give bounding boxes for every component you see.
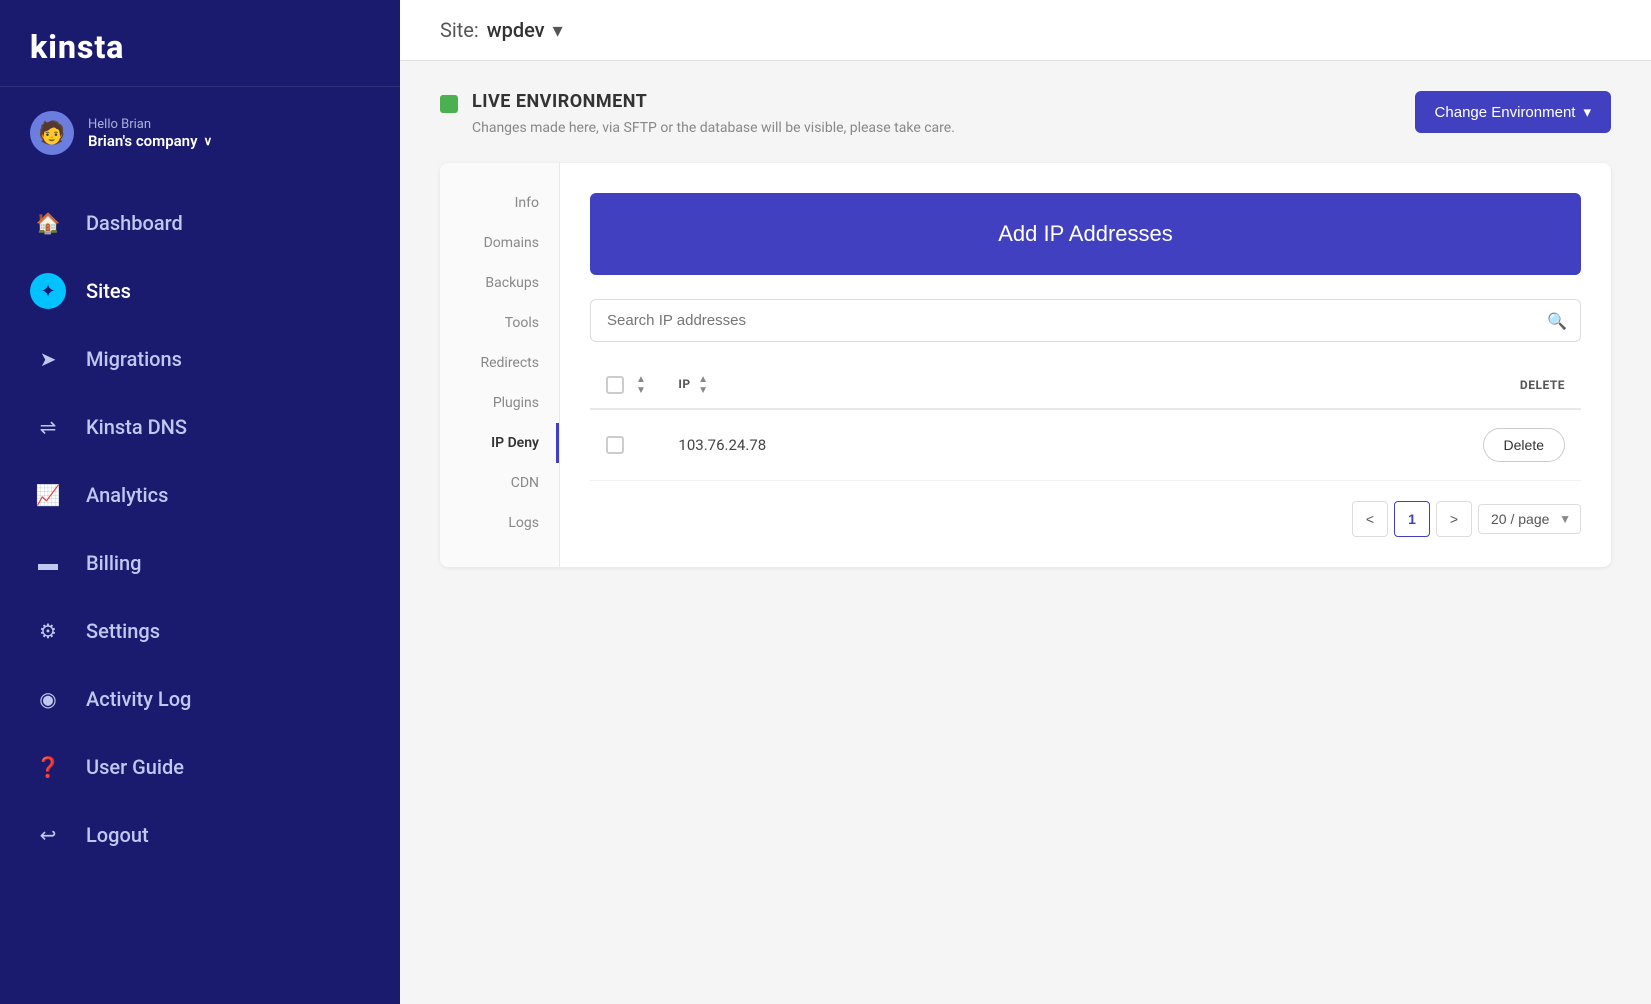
sidebar-item-label: Dashboard: [86, 211, 183, 235]
sidebar-item-label: Migrations: [86, 347, 182, 371]
migrations-icon: ➤: [30, 341, 66, 377]
search-container: 🔍: [590, 299, 1581, 342]
ip-sort-icon[interactable]: ▲▼: [698, 374, 708, 396]
sub-navigation: Info Domains Backups Tools Redirects Plu…: [440, 163, 560, 567]
per-page-selector: 10 / page 20 / page 50 / page ▼: [1478, 504, 1581, 534]
content-area: LIVE ENVIRONMENT Changes made here, via …: [400, 61, 1651, 1004]
logo-text: kinsta: [30, 28, 370, 66]
change-env-chevron-icon: ▾: [1583, 103, 1591, 121]
search-ip-input[interactable]: [590, 299, 1581, 342]
pagination: < 1 > 10 / page 20 / page 50 / page ▼: [590, 501, 1581, 537]
user-info: Hello Brian Brian's company ∨: [88, 117, 370, 150]
main-content: Site: wpdev ▾ LIVE ENVIRONMENT Changes m…: [400, 0, 1651, 1004]
table-body: 103.76.24.78 Delete: [590, 409, 1581, 481]
billing-icon: ▬: [30, 545, 66, 581]
sub-nav-info[interactable]: Info: [440, 183, 559, 223]
sidebar-item-label: Analytics: [86, 483, 168, 507]
sidebar-item-label: Kinsta DNS: [86, 415, 187, 439]
chevron-down-icon: ∨: [204, 134, 213, 148]
table-row: 103.76.24.78 Delete: [590, 409, 1581, 481]
col-delete-header: DELETE: [862, 362, 1581, 409]
sub-nav-logs[interactable]: Logs: [440, 503, 559, 543]
sidebar-item-kinsta-dns[interactable]: ⇌ Kinsta DNS: [0, 393, 400, 461]
page-header: Site: wpdev ▾: [400, 0, 1651, 61]
select-all-checkbox[interactable]: [606, 376, 624, 394]
ip-deny-panel: Add IP Addresses 🔍 ▲▼: [560, 163, 1611, 567]
sidebar-item-label: Logout: [86, 823, 149, 847]
site-selector[interactable]: Site: wpdev ▾: [440, 18, 563, 42]
settings-icon: ⚙: [30, 613, 66, 649]
dns-icon: ⇌: [30, 409, 66, 445]
next-page-button[interactable]: >: [1436, 501, 1472, 537]
add-ip-addresses-button[interactable]: Add IP Addresses: [590, 193, 1581, 275]
user-guide-icon: ❓: [30, 749, 66, 785]
analytics-icon: 📈: [30, 477, 66, 513]
col-checkbox: ▲▼: [590, 362, 662, 409]
sub-nav-ip-deny[interactable]: IP Deny: [440, 423, 559, 463]
env-text: LIVE ENVIRONMENT Changes made here, via …: [472, 91, 955, 139]
sidebar-item-label: Activity Log: [86, 687, 191, 711]
sidebar-item-label: Sites: [86, 279, 131, 303]
logout-icon: ↩: [30, 817, 66, 853]
sidebar-item-migrations[interactable]: ➤ Migrations: [0, 325, 400, 393]
sidebar-item-logout[interactable]: ↩ Logout: [0, 801, 400, 869]
ip-table: ▲▼ IP ▲▼ DELETE 1: [590, 362, 1581, 481]
current-page-button[interactable]: 1: [1394, 501, 1430, 537]
site-layout: Info Domains Backups Tools Redirects Plu…: [440, 163, 1611, 567]
env-indicator: [440, 95, 458, 113]
user-profile[interactable]: 🧑 Hello Brian Brian's company ∨: [0, 87, 400, 179]
site-chevron-icon: ▾: [553, 18, 563, 42]
sidebar-item-label: Settings: [86, 619, 160, 643]
sidebar-item-label: Billing: [86, 551, 142, 575]
sidebar-item-analytics[interactable]: 📈 Analytics: [0, 461, 400, 529]
sites-icon: ✦: [30, 273, 66, 309]
home-icon: 🏠: [30, 205, 66, 241]
sort-icon[interactable]: ▲▼: [636, 374, 646, 396]
sub-nav-plugins[interactable]: Plugins: [440, 383, 559, 423]
avatar: 🧑: [30, 111, 74, 155]
col-ip-header: IP ▲▼: [662, 362, 862, 409]
sub-nav-backups[interactable]: Backups: [440, 263, 559, 303]
delete-ip-button[interactable]: Delete: [1483, 428, 1565, 462]
sidebar-item-sites[interactable]: ✦ Sites: [0, 257, 400, 325]
row-checkbox-cell: [590, 409, 662, 481]
env-info: LIVE ENVIRONMENT Changes made here, via …: [440, 91, 955, 139]
per-page-select[interactable]: 10 / page 20 / page 50 / page: [1478, 504, 1581, 534]
search-icon: 🔍: [1547, 311, 1567, 330]
sub-nav-redirects[interactable]: Redirects: [440, 343, 559, 383]
main-nav: 🏠 Dashboard ✦ Sites ➤ Migrations ⇌ Kinst…: [0, 179, 400, 984]
row-ip: 103.76.24.78: [662, 409, 862, 481]
company-name: Brian's company ∨: [88, 132, 370, 150]
sidebar-logo: kinsta: [0, 0, 400, 87]
activity-log-icon: ◉: [30, 681, 66, 717]
row-checkbox[interactable]: [606, 436, 624, 454]
env-title: LIVE ENVIRONMENT: [472, 91, 955, 112]
site-name: wpdev: [487, 18, 545, 42]
sub-nav-domains[interactable]: Domains: [440, 223, 559, 263]
sidebar-item-activity-log[interactable]: ◉ Activity Log: [0, 665, 400, 733]
row-delete-cell: Delete: [862, 409, 1581, 481]
prev-page-button[interactable]: <: [1352, 501, 1388, 537]
greeting-text: Hello Brian: [88, 117, 370, 132]
env-description: Changes made here, via SFTP or the datab…: [472, 118, 955, 139]
sidebar-item-settings[interactable]: ⚙ Settings: [0, 597, 400, 665]
sub-nav-tools[interactable]: Tools: [440, 303, 559, 343]
sidebar-item-label: User Guide: [86, 755, 184, 779]
table-header: ▲▼ IP ▲▼ DELETE: [590, 362, 1581, 409]
sidebar: kinsta 🧑 Hello Brian Brian's company ∨ 🏠…: [0, 0, 400, 1004]
sidebar-item-billing[interactable]: ▬ Billing: [0, 529, 400, 597]
environment-banner: LIVE ENVIRONMENT Changes made here, via …: [440, 91, 1611, 139]
sidebar-item-user-guide[interactable]: ❓ User Guide: [0, 733, 400, 801]
site-label: Site:: [440, 18, 479, 42]
sub-nav-cdn[interactable]: CDN: [440, 463, 559, 503]
sidebar-item-dashboard[interactable]: 🏠 Dashboard: [0, 189, 400, 257]
change-environment-button[interactable]: Change Environment ▾: [1415, 91, 1611, 133]
